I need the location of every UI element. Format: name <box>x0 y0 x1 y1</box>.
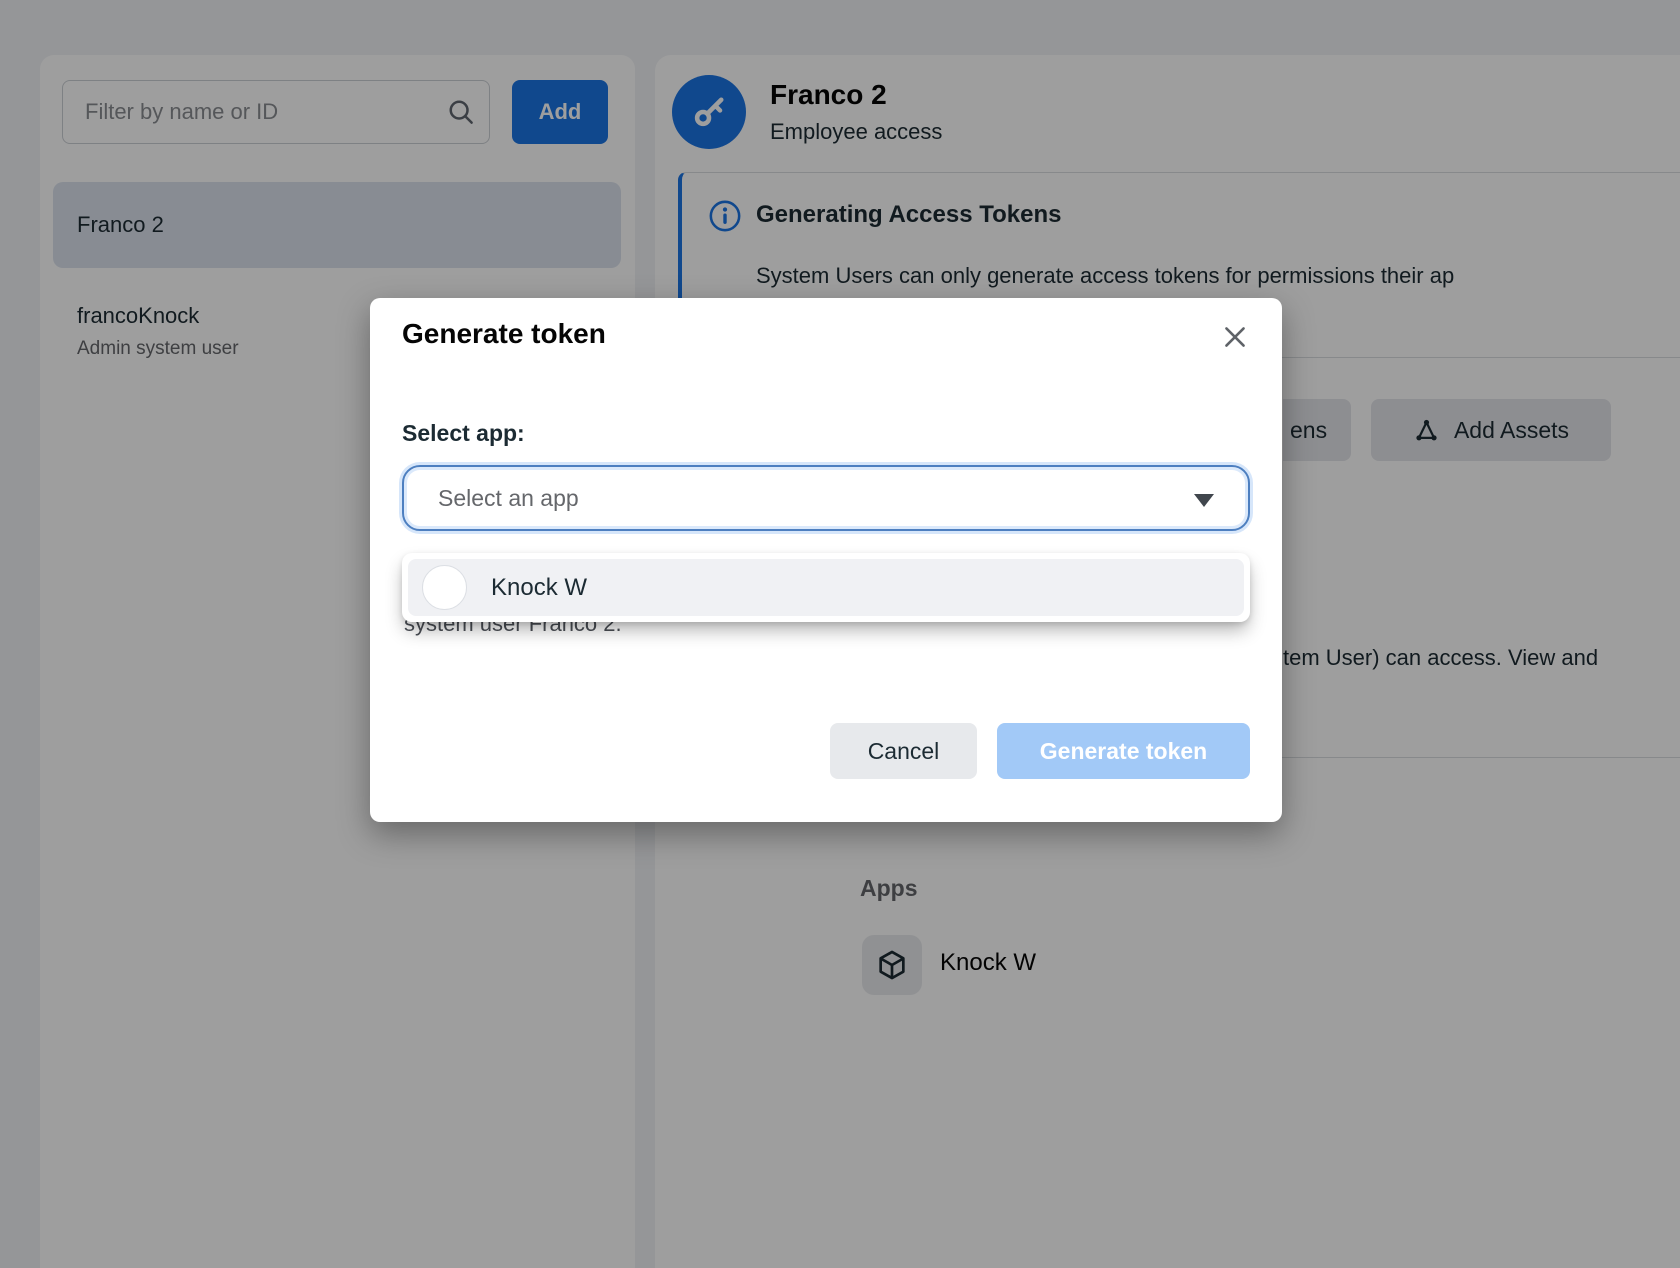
app-select-dropdown[interactable]: Select an app <box>402 465 1250 531</box>
generate-token-modal: Generate token Select app: Select an app… <box>370 298 1282 822</box>
app-select-placeholder: Select an app <box>404 485 579 512</box>
modal-close-button[interactable] <box>1220 322 1250 352</box>
app-option-label: Knock W <box>491 574 587 602</box>
app-option-avatar <box>422 565 467 610</box>
app-option-knock-w[interactable]: Knock W <box>408 559 1244 616</box>
generate-token-submit-button[interactable]: Generate token <box>997 723 1250 779</box>
chevron-down-icon <box>1194 494 1214 507</box>
cancel-button[interactable]: Cancel <box>830 723 977 779</box>
close-icon <box>1220 322 1250 352</box>
select-app-label: Select app: <box>402 420 525 447</box>
app-options-panel: Knock W <box>402 553 1250 622</box>
business-settings-page: y Add Franco 2 francoKnock Admin system … <box>0 0 1680 1268</box>
modal-title: Generate token <box>402 318 606 350</box>
